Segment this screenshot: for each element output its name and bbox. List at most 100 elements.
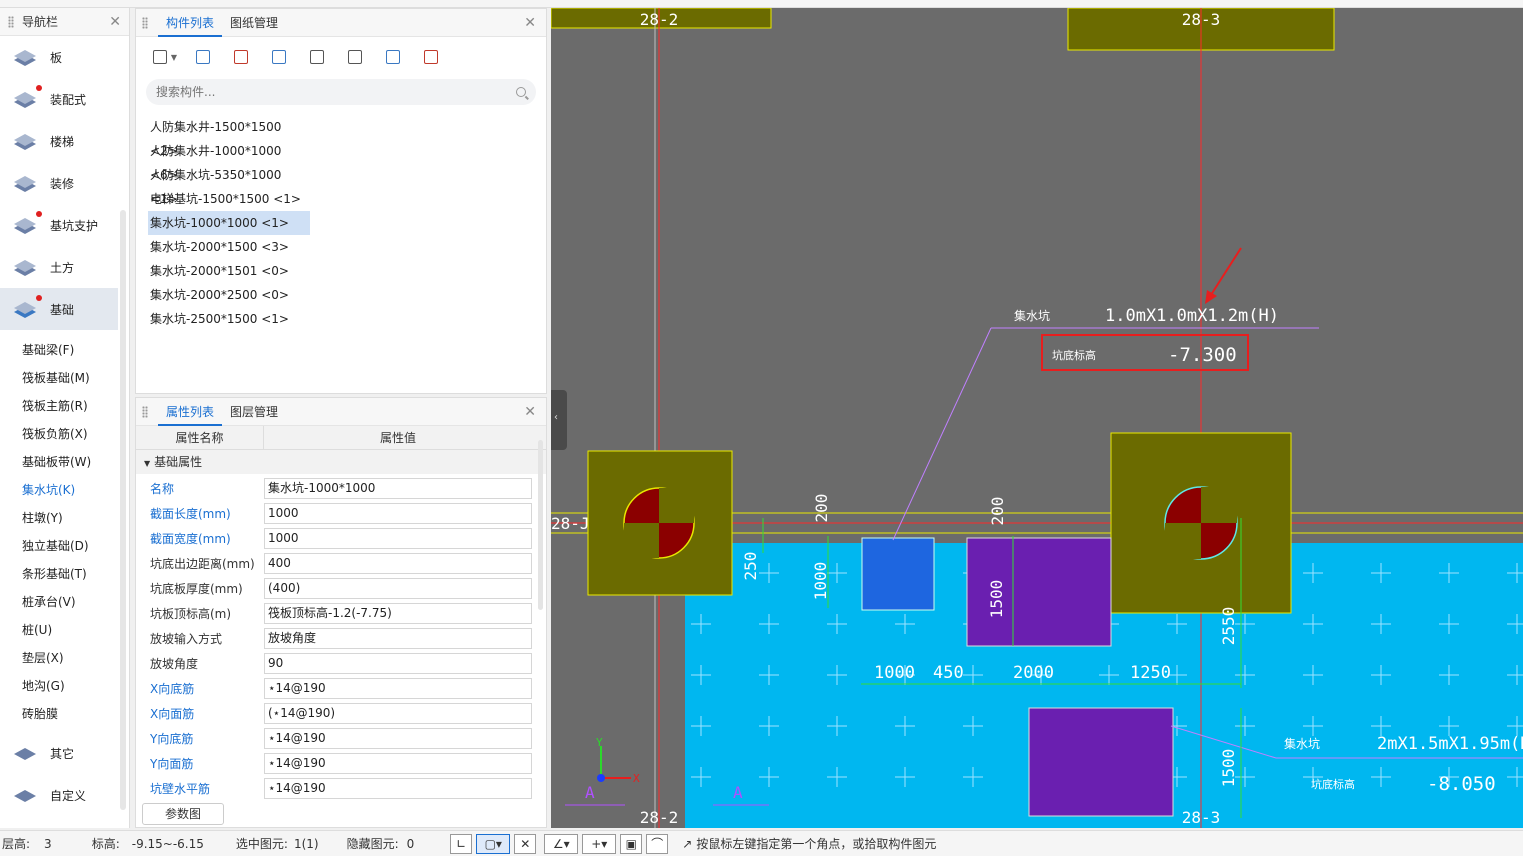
component-item[interactable]: 人防集水井-1500*1500 <2> [136,115,310,158]
property-name: Y向面筋 [150,757,194,771]
nav-item-4[interactable]: 基坑支护 [0,204,118,246]
property-value[interactable]: 放坡角度 [264,628,532,649]
property-value[interactable]: 1000 [264,503,532,524]
tab-property-list[interactable]: 属性列表 [158,398,223,426]
ortho-button[interactable]: ∟ [450,833,473,854]
nav-item-0[interactable]: 板 [0,36,118,78]
earthwork-icon [12,256,38,278]
property-value[interactable]: 400 [264,553,532,574]
search-icon[interactable] [516,87,526,97]
floor-copy-button[interactable] [300,43,334,71]
angle-icon: ∠▾ [552,836,570,851]
nav-header: 导航栏 ✕ [0,8,129,36]
nav-subitem-4[interactable]: 基础板带(W) [0,448,129,476]
close-icon[interactable]: ✕ [109,14,121,30]
curve-button[interactable]: ⌒ [646,833,669,854]
tab-layer-manage[interactable]: 图层管理 [222,398,286,426]
property-value[interactable]: (⋆14@190) [264,703,532,724]
nav-item-2[interactable]: 楼梯 [0,120,118,162]
component-search[interactable] [146,79,536,105]
property-value[interactable]: 集水坑-1000*1000 [264,478,532,499]
nav-subitem-12[interactable]: 地沟(G) [0,672,129,700]
nav-subitem-2[interactable]: 筏板主筋(R) [0,392,129,420]
property-row: Y向底筋 ⋆14@190 [136,726,546,751]
new-component-button[interactable]: ▼ [148,43,182,71]
pit-purple-2[interactable] [1028,707,1174,817]
nav-subitem-6[interactable]: 柱墩(Y) [0,504,129,532]
nav-subitem-10[interactable]: 桩(U) [0,616,129,644]
list-view-button[interactable] [414,43,448,71]
pit-selected[interactable] [861,537,935,611]
component-item[interactable]: 电梯基坑-1500*1500 <1> [136,187,310,211]
chevron-down-icon[interactable]: ▼ [171,53,177,62]
nav-subitem-7[interactable]: 独立基础(D) [0,532,129,560]
property-value[interactable]: ⋆14@190 [264,678,532,699]
nav-item-1[interactable]: 装配式 [0,78,118,120]
nav-subitem-13[interactable]: 砖胎膜 [0,700,129,728]
property-value[interactable]: ⋆14@190 [264,728,532,749]
nav-item-6[interactable]: 基础 [0,288,118,330]
component-item[interactable]: 人防集水井-1000*1000 <6> [136,139,310,182]
component-item[interactable]: 集水坑-2500*1500 <1> [136,307,310,331]
nav-subitem-8[interactable]: 条形基础(T) [0,560,129,588]
drag-grip-icon[interactable] [8,15,14,28]
nav-subitem-9[interactable]: 桩承台(V) [0,588,129,616]
component-item[interactable]: 集水坑-2000*2500 <0> [136,283,310,307]
caret-down-icon[interactable]: ▼ [144,459,150,468]
rect-select-icon: ▢▾ [484,836,502,851]
property-value[interactable]: 90 [264,653,532,674]
snap-button[interactable]: +▾ [582,833,617,854]
panel-collapse-handle[interactable]: ‹ [551,390,567,450]
ortho-icon: ∟ [456,836,467,851]
drag-grip-icon[interactable] [142,405,148,418]
property-value[interactable]: ⋆14@190 [264,753,532,774]
delete-button[interactable] [224,43,258,71]
cross-select-button[interactable]: ✕ [514,833,537,854]
nav-subitem-3[interactable]: 筏板负筋(X) [0,420,129,448]
component-item[interactable]: 集水坑-2000*1500 <3> [136,235,310,259]
y-axis-label: Y [596,736,603,749]
search-input[interactable] [156,85,516,99]
drag-grip-icon[interactable] [142,16,148,29]
duplicate-button[interactable] [262,43,296,71]
nav-item-3[interactable]: 装修 [0,162,118,204]
nav-subitem-1[interactable]: 筏板基础(M) [0,364,129,392]
tab-component-list[interactable]: 构件列表 [158,9,223,37]
copy-button[interactable] [186,43,220,71]
property-value[interactable]: 筏板顶标高-1.2(-7.75) [264,603,532,624]
nav-subitem-0[interactable]: 基础梁(F) [0,336,129,364]
nav-item-5[interactable]: 土方 [0,246,118,288]
property-scrollbar[interactable] [538,440,543,610]
nav-item-label: 楼梯 [50,134,75,149]
property-value[interactable]: (400) [264,578,532,599]
component-item[interactable]: 人防集水坑-5350*1000 <1> [136,163,310,206]
nav-item-label: 装修 [50,176,75,191]
property-row: 放坡输入方式 放坡角度 [136,626,546,651]
nav-item-label: 装配式 [50,92,87,107]
tab-drawing-manage[interactable]: 图纸管理 [222,9,286,37]
nav-scrollbar[interactable] [120,210,126,810]
component-toolbar: ▼ [136,37,546,77]
chevron-left-icon[interactable]: ‹ [554,412,558,423]
close-icon[interactable]: ✕ [524,404,536,420]
angle-button[interactable]: ∠▾ [544,833,579,854]
param-diagram-button[interactable]: 参数图 [142,803,224,825]
nav-bottom-item-1[interactable]: 自定义 [0,774,118,816]
screen-icon: ▣ [625,836,637,851]
filter-button[interactable] [376,43,410,71]
export-button[interactable] [338,43,372,71]
component-item[interactable]: 集水坑-1000*1000 <1> [148,211,310,235]
select-mode-button[interactable]: ▢▾ [476,833,511,854]
property-group[interactable]: ▼ 基础属性 [136,450,546,474]
nav-bottom-item-0[interactable]: 其它 [0,732,118,774]
component-tabbar: 构件列表 图纸管理 ✕ [136,9,546,37]
property-value[interactable]: 1000 [264,528,532,549]
drawing-canvas[interactable]: 28-2 28-3 28-2 28-3 28-J 集水坑 1.0mX1.0mX1… [551,8,1523,828]
property-value[interactable]: ⋆14@190 [264,778,532,799]
nav-subitem-5[interactable]: 集水坑(K) [0,476,129,504]
nav-subitem-11[interactable]: 垫层(X) [0,644,129,672]
screen-button[interactable]: ▣ [620,833,643,854]
filter-icon [386,50,400,64]
close-icon[interactable]: ✕ [524,15,536,31]
component-item[interactable]: 集水坑-2000*1501 <0> [136,259,310,283]
